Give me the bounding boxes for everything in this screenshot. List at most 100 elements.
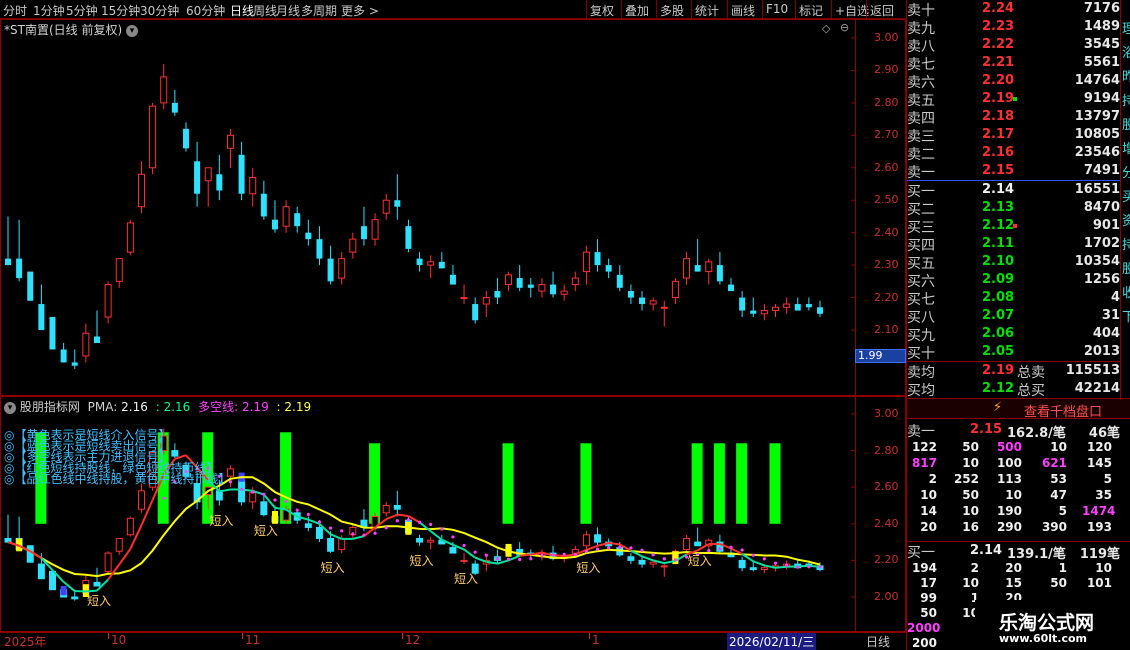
period-tab[interactable]: 1分钟 — [33, 2, 65, 19]
buy-queue-cell: 99 — [920, 591, 937, 605]
sell-queue-cell: 10 — [920, 488, 937, 502]
period-tab[interactable]: 60分钟 — [186, 2, 225, 19]
buy-level-row[interactable]: 买三 2.12 901 — [907, 217, 1130, 236]
buy-level-row[interactable]: 买八 2.07 31 — [907, 307, 1130, 326]
sell-level-row[interactable]: 卖七 2.21 5561 — [907, 54, 1130, 73]
period-tab[interactable]: 15分钟 — [101, 2, 140, 19]
sell-level-row[interactable]: 卖二 2.16 23546 — [907, 144, 1130, 163]
toolbar-action-button[interactable]: F10 — [766, 2, 788, 16]
side-strip-char: 昨 — [1122, 66, 1130, 85]
toolbar-action-button[interactable]: 多股 — [660, 2, 684, 19]
side-strip-char: 浴 — [1122, 42, 1130, 61]
toolbar-action-button[interactable]: 叠加 — [625, 2, 649, 19]
sell-level-row[interactable]: 卖十 2.24 7176 — [907, 0, 1130, 19]
toolbar-action-button[interactable]: 复权 — [590, 2, 614, 19]
candlestick — [427, 255, 435, 279]
sell-level-price: 2.18 — [982, 109, 1015, 124]
sell-level-row[interactable]: 卖九 2.23 1489 — [907, 18, 1130, 37]
toolbar-action-button[interactable]: 返回 — [870, 2, 894, 19]
toolbar-action-button[interactable]: 统计 — [695, 2, 719, 19]
candle-body — [226, 134, 234, 149]
mid-line-dot — [406, 518, 411, 522]
toolbar-action-button[interactable]: 画线 — [731, 2, 755, 19]
candlestick — [538, 278, 546, 298]
period-tab[interactable]: 更多 > — [341, 2, 379, 19]
candlestick — [360, 206, 367, 246]
indicator-candle-body — [427, 539, 435, 543]
buy-level-price: 2.10 — [982, 254, 1015, 269]
sell-level-row[interactable]: 卖八 2.22 3545 — [907, 36, 1130, 55]
mid-line-dot — [551, 553, 555, 557]
candlestick — [750, 297, 757, 318]
sell-queue-cell: 10 — [962, 456, 979, 470]
sell-level-row[interactable]: 卖四 2.18 13797 — [907, 108, 1130, 127]
buy-level-volume: 8470 — [1083, 200, 1120, 215]
buy-level-row[interactable]: 买五 2.10 10354 — [907, 253, 1130, 272]
sell-level-name: 卖九 — [907, 21, 935, 37]
sell-level-row[interactable]: 卖五 2.19 9194 — [907, 90, 1130, 109]
indicator-candle — [694, 527, 702, 547]
toolbar-separator — [727, 0, 728, 19]
candle-body — [71, 362, 78, 366]
sell-level-row[interactable]: 卖六 2.20 14764 — [907, 72, 1130, 91]
mid-line-dot — [540, 553, 544, 557]
indicator-candle-body — [627, 556, 635, 561]
sell-level-row[interactable]: 卖一 2.15 7491 — [907, 162, 1130, 181]
candlestick — [739, 291, 746, 318]
sell-queue-cell: 145 — [1086, 456, 1112, 470]
mid-line-dot — [451, 535, 455, 539]
period-tab[interactable]: 多周期 — [301, 2, 337, 19]
buy-level-row[interactable]: 买一 2.14 16551 — [907, 181, 1130, 200]
buy-level-volume: 901 — [1092, 218, 1120, 233]
candle-body — [382, 199, 390, 214]
buy-level-row[interactable]: 买十 2.05 2013 — [907, 343, 1130, 362]
indicator-candle — [382, 501, 390, 517]
buy-level-row[interactable]: 买七 2.08 4 — [907, 289, 1130, 308]
buy-level-row[interactable]: 买四 2.11 1702 — [907, 235, 1130, 254]
candlestick — [683, 252, 691, 285]
buy-level-row[interactable]: 买九 2.06 404 — [907, 325, 1130, 344]
period-mode-label[interactable]: 日线 — [866, 633, 890, 650]
period-tab[interactable]: 分时 — [3, 2, 27, 19]
buy-level-volume: 31 — [1101, 308, 1120, 323]
indicator-candle — [482, 556, 490, 572]
buy-level-row[interactable]: 买六 2.09 1256 — [907, 271, 1130, 290]
toolbar-separator — [866, 0, 867, 19]
current-price-value: 1.99 — [858, 349, 883, 362]
indicator-candle-body — [71, 596, 79, 600]
sell-queue-cell: 10 — [1005, 488, 1022, 502]
sell-level-row[interactable]: 卖三 2.17 10805 — [907, 126, 1130, 145]
indicator-candle-body — [449, 547, 457, 554]
sell-level-name: 卖十 — [907, 3, 935, 19]
sell-queue-cell: 100 — [996, 456, 1022, 470]
indicator-candle-body — [416, 537, 424, 543]
candle-body — [750, 310, 757, 314]
indicator-ytick-label: 2.40 — [874, 516, 899, 530]
period-tab[interactable]: 月线 — [276, 2, 300, 19]
buy-queue-cell: 50 — [920, 606, 937, 620]
period-tab[interactable]: 周线 — [253, 2, 277, 19]
mid-line-dot — [796, 565, 800, 569]
candlestick — [605, 258, 612, 279]
main-candlestick-chart — [5, 37, 856, 369]
period-tab[interactable]: 日线 — [230, 2, 254, 19]
candlestick — [460, 284, 468, 305]
buy-level-row[interactable]: 买二 2.13 8470 — [907, 199, 1130, 218]
candlestick — [371, 213, 379, 246]
candle-body — [449, 274, 456, 285]
sell-level-price: 2.16 — [982, 145, 1015, 160]
candlestick — [305, 219, 312, 246]
sell1-summary-label: 卖一 — [907, 424, 935, 440]
duokong-line-segment — [519, 553, 531, 557]
buy-queue-cell: 10 — [1095, 561, 1112, 575]
toolbar-action-button[interactable]: 标记 — [799, 2, 823, 19]
mid-line-dot — [673, 558, 677, 562]
period-tab[interactable]: 5分钟 — [66, 2, 98, 19]
sell1-summary-avg: 162.8/笔 — [1007, 426, 1066, 441]
depth-button[interactable]: ⚡ 查看千档盘口 — [907, 398, 1130, 420]
duokong-line-segment — [463, 548, 476, 559]
candlestick — [82, 323, 90, 363]
toolbar-action-button[interactable]: +自选 — [835, 2, 869, 19]
candlestick — [126, 219, 134, 256]
period-tab[interactable]: 30分钟 — [140, 2, 179, 19]
